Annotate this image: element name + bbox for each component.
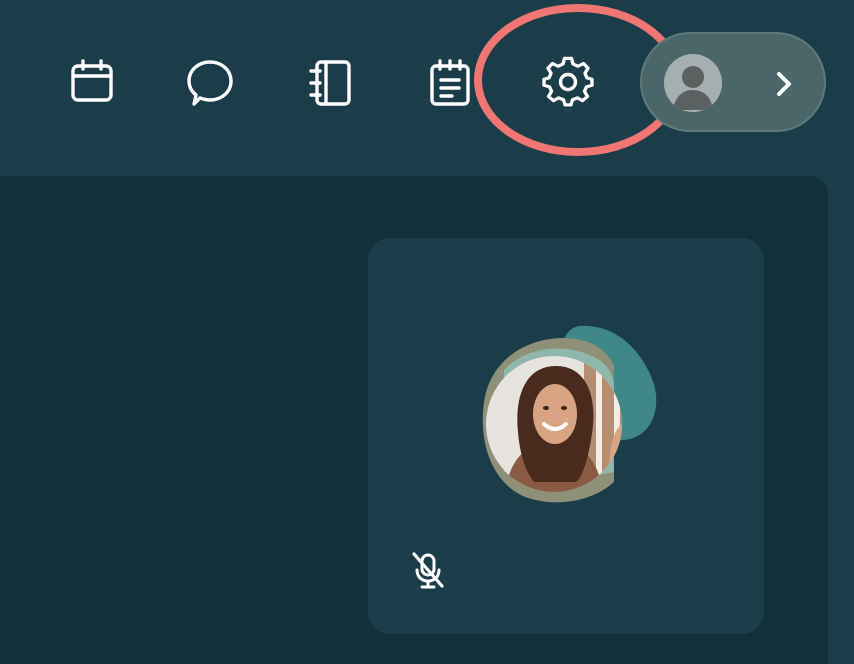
chevron-right-icon (760, 56, 808, 112)
microphone-off-icon (406, 548, 450, 592)
meeting-app (0, 0, 854, 664)
calendar-icon (71, 59, 113, 102)
chat-button[interactable] (178, 50, 242, 114)
top-toolbar (0, 0, 854, 168)
chat-bubble-icon (187, 60, 233, 106)
participant-tile[interactable] (368, 238, 764, 634)
gear-icon (542, 56, 594, 107)
settings-button[interactable] (536, 50, 600, 114)
participant-avatar (464, 322, 664, 512)
notepad-button[interactable] (418, 50, 482, 114)
profile-menu-button[interactable] (640, 32, 826, 132)
notebook-button[interactable] (298, 50, 362, 114)
calendar-button[interactable] (60, 50, 124, 114)
notepad-icon (430, 59, 470, 106)
notebook-icon (309, 60, 351, 106)
user-avatar-icon (664, 54, 722, 112)
